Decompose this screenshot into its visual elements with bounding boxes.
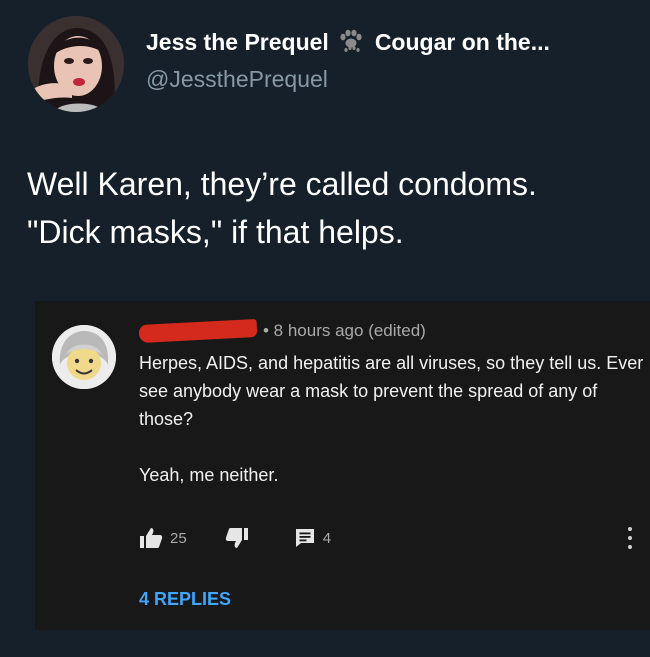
comment-body: Herpes, AIDS, and hepatitis are all viru… <box>139 349 644 489</box>
more-vertical-icon[interactable] <box>624 525 636 551</box>
tweet-card: Jess the Prequel Cougar on the... @Jesst… <box>0 0 650 300</box>
comment-icon <box>295 529 314 547</box>
display-name[interactable]: Jess the Prequel <box>146 29 329 56</box>
name-suffix: Cougar on the... <box>374 28 550 55</box>
commenter-avatar[interactable] <box>52 325 116 389</box>
user-handle[interactable]: @JesstheP­requel <box>146 66 328 93</box>
reply-count: 4 <box>322 529 332 547</box>
tweet-author-row: Jess the Prequel Cougar on the... <box>146 28 642 56</box>
embedded-comment-screenshot: • 8 hours ago (edited) Herpes, AIDS, and… <box>35 301 650 630</box>
reply-button[interactable]: 4 <box>295 528 331 548</box>
tweet-text: Well Karen, they’re called condoms. "Dic… <box>27 160 627 256</box>
comment-actions: 25 4 <box>139 523 644 553</box>
like-button[interactable]: 25 <box>139 527 187 549</box>
tweet-text-line: Well Karen, they’re called condoms. <box>27 166 537 202</box>
redacted-username <box>138 318 258 344</box>
dislike-button[interactable] <box>225 527 249 549</box>
thumbs-up-icon <box>140 528 163 548</box>
paw-icon <box>340 29 362 52</box>
comment-paragraph: Herpes, AIDS, and hepatitis are all viru… <box>139 353 644 429</box>
view-replies-link[interactable]: 4 REPLIES <box>139 589 231 610</box>
comment-timestamp: • 8 hours ago (edited) <box>263 321 426 340</box>
thumbs-down-icon <box>225 528 248 548</box>
comment-meta: • 8 hours ago (edited) <box>138 318 426 344</box>
bottom-edge <box>0 630 650 657</box>
tweet-text-line: "Dick masks," if that helps. <box>27 214 404 250</box>
like-count: 25 <box>170 529 187 547</box>
tweet-avatar[interactable] <box>28 16 124 112</box>
comment-paragraph: Yeah, me neither. <box>139 465 279 485</box>
